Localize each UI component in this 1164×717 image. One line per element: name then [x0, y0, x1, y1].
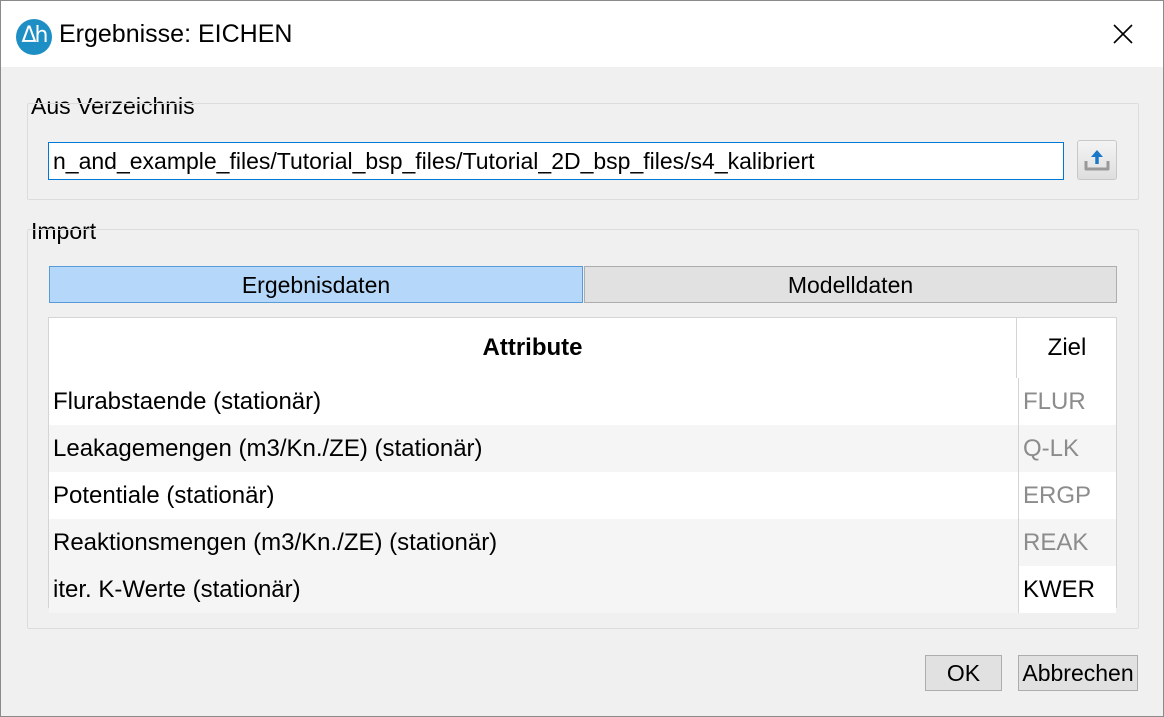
table-row[interactable]: Flurabstaende (stationär) FLUR [49, 378, 1116, 425]
attribute-cell: Flurabstaende (stationär) [53, 388, 322, 415]
dialog-window: Δh Ergebnisse: EICHEN Aus Verzeichnis n_… [0, 0, 1164, 717]
column-header-attribute[interactable]: Attribute [49, 318, 1017, 378]
app-logo-icon: Δh [16, 19, 52, 55]
window-title: Ergebnisse: EICHEN [59, 20, 293, 48]
column-header-ziel[interactable]: Ziel [1018, 318, 1116, 378]
attribute-cell: Reaktionsmengen (m3/Kn./ZE) (stationär) [53, 529, 498, 556]
title-bar: Δh Ergebnisse: EICHEN [1, 1, 1163, 67]
attribute-cell: Leakagemengen (m3/Kn./ZE) (stationär) [53, 435, 483, 462]
table-row[interactable]: Reaktionsmengen (m3/Kn./ZE) (stationär) … [49, 519, 1116, 566]
ok-button[interactable]: OK [925, 655, 1002, 691]
ziel-cell[interactable]: REAK [1018, 519, 1116, 566]
ziel-cell[interactable]: ERGP [1018, 472, 1116, 519]
browse-directory-button[interactable] [1077, 140, 1117, 180]
directory-path-input[interactable]: n_and_example_files/Tutorial_bsp_files/T… [48, 142, 1064, 180]
ziel-cell[interactable]: KWER [1018, 566, 1116, 613]
tab-modelldaten[interactable]: Modelldaten [584, 266, 1117, 303]
table-row[interactable]: iter. K-Werte (stationär) KWER [49, 566, 1116, 613]
attribute-cell: Potentiale (stationär) [53, 482, 275, 509]
close-button[interactable] [1083, 1, 1163, 67]
ziel-cell[interactable]: Q-LK [1018, 425, 1116, 472]
tab-ergebnisdaten[interactable]: Ergebnisdaten [49, 266, 583, 303]
ziel-cell[interactable]: FLUR [1018, 378, 1116, 425]
close-icon [1113, 24, 1133, 44]
table-row[interactable]: Leakagemengen (m3/Kn./ZE) (stationär) Q-… [49, 425, 1116, 472]
table-row[interactable]: Potentiale (stationär) ERGP [49, 472, 1116, 519]
attribute-cell: iter. K-Werte (stationär) [53, 576, 301, 603]
cancel-button[interactable]: Abbrechen [1018, 655, 1138, 691]
upload-folder-icon [1084, 150, 1110, 171]
attributes-table: Attribute Ziel Flurabstaende (stationär)… [48, 317, 1117, 613]
